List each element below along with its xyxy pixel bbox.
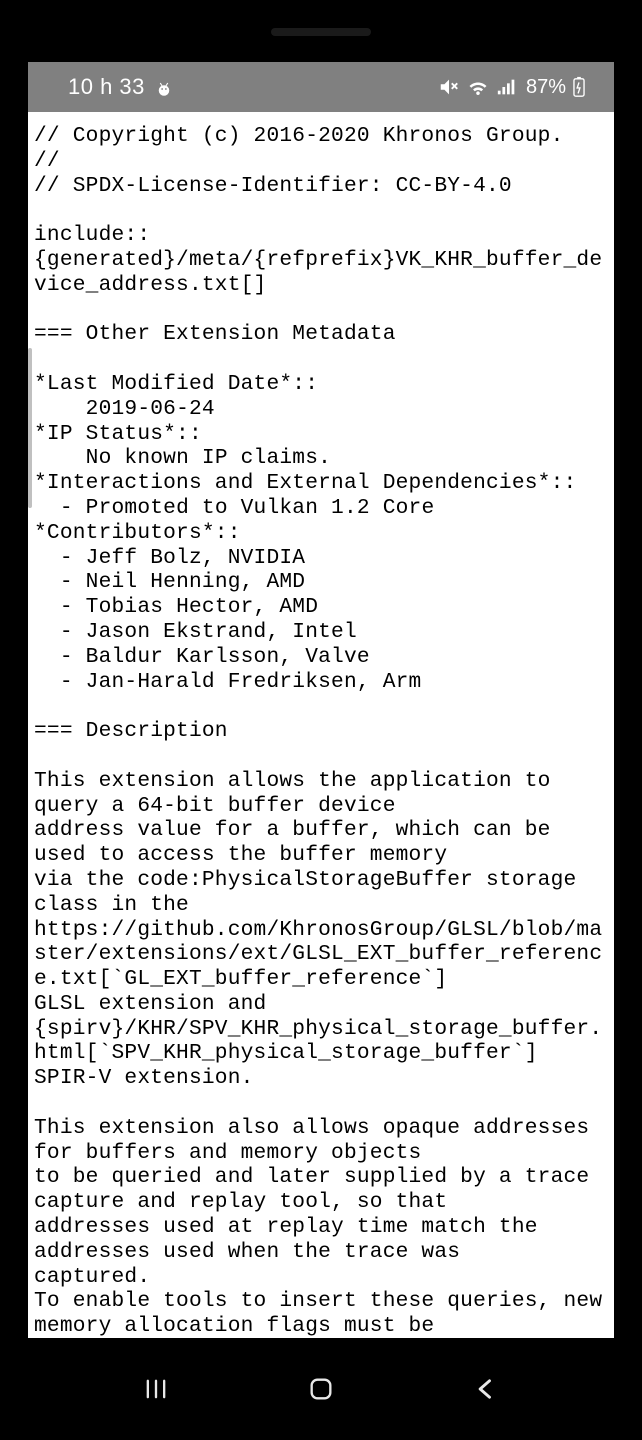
document-text: // Copyright (c) 2016-2020 Khronos Group… (28, 112, 614, 1338)
signal-icon (496, 76, 518, 98)
battery-percentage: 87% (526, 76, 566, 99)
status-right: 87% (438, 75, 586, 99)
wifi-icon (466, 75, 490, 99)
navigation-bar (14, 1356, 628, 1422)
status-left: 10 h 33 (68, 74, 173, 100)
content-area[interactable]: // Copyright (c) 2016-2020 Khronos Group… (28, 112, 614, 1338)
scroll-indicator[interactable] (28, 348, 32, 508)
mute-icon (438, 76, 460, 98)
home-button[interactable] (291, 1369, 351, 1409)
battery-charging-icon (572, 76, 586, 98)
back-button[interactable] (456, 1369, 516, 1409)
adb-icon (155, 78, 173, 96)
recents-button[interactable] (126, 1369, 186, 1409)
status-bar: 10 h 33 (28, 62, 614, 112)
clock: 10 h 33 (68, 74, 145, 100)
device-speaker (271, 28, 371, 36)
device-frame: 10 h 33 (14, 18, 628, 1422)
